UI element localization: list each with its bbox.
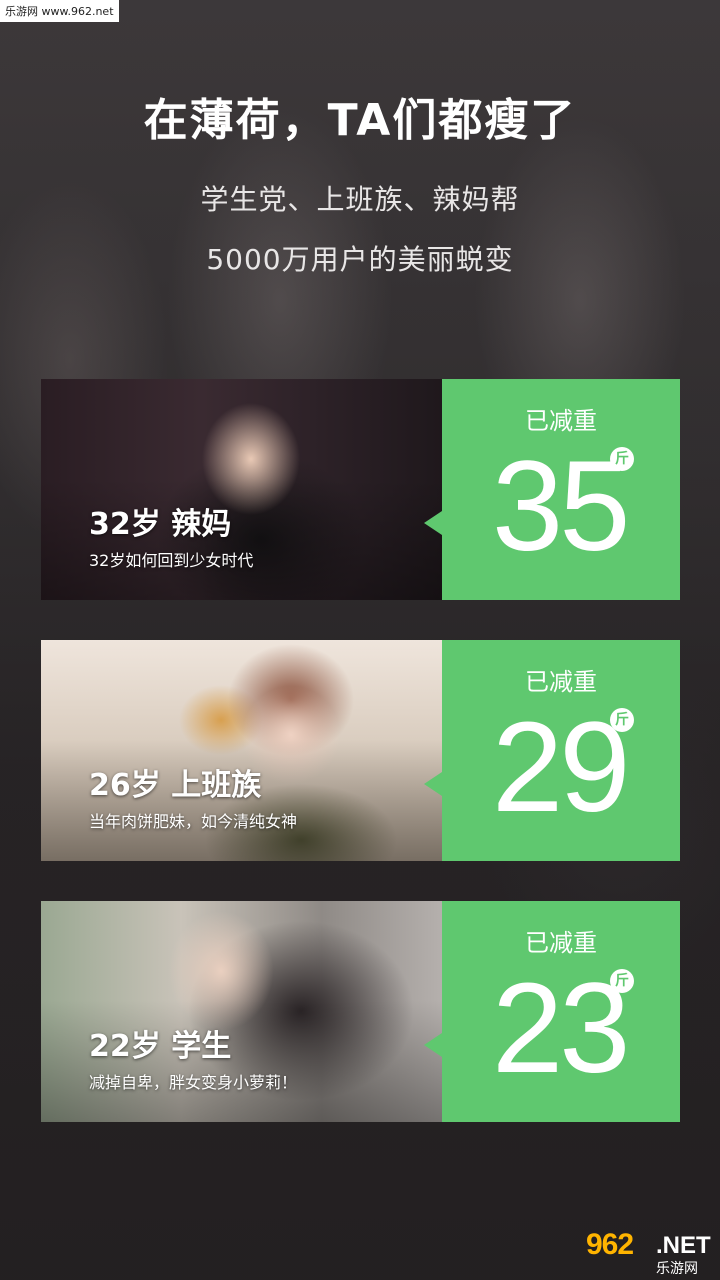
card-title: 22岁 学生 [89,1029,232,1064]
user-photo: 22岁 学生 减掉自卑，胖女变身小萝莉！ [41,901,442,1122]
weight-lost-label: 已减重 [525,407,597,435]
weight-lost-label: 已减重 [525,668,597,696]
watermark-logo-number: 962 [586,1228,634,1261]
weight-lost-panel: 已减重 23 斤 [424,901,680,1122]
card-title: 26岁 上班族 [89,768,262,803]
site-watermark-top: 乐游网 www.962.net [0,0,119,22]
weight-lost-panel: 已减重 35 斤 [424,379,680,600]
card-description: 减掉自卑，胖女变身小萝莉！ [89,1073,298,1092]
watermark-logo-sub: 乐游网 [656,1261,698,1277]
headline: 在薄荷，TA们都瘦了 [143,95,577,146]
weight-lost-value: 29 [492,696,630,839]
weight-lost-panel: 已减重 29 斤 [424,640,680,861]
weight-lost-value: 35 [492,435,630,578]
subtitle-line2: 5000万用户的美丽蜕变 [206,243,514,276]
unit-badge: 斤 [610,447,634,471]
card-description: 32岁如何回到少女时代 [89,551,254,570]
watermark-logo-net: .NET [656,1232,711,1259]
unit-badge: 斤 [610,708,634,732]
subtitle-line1: 学生党、上班族、辣妈帮 [200,183,520,216]
unit-badge: 斤 [610,969,634,993]
card-title: 32岁 辣妈 [89,507,232,542]
weight-lost-value: 23 [492,957,630,1100]
user-photo: 26岁 上班族 当年肉饼肥妹，如今清纯女神 [41,640,442,861]
success-story-card[interactable]: 32岁 辣妈 32岁如何回到少女时代 已减重 35 斤 [41,379,680,600]
success-story-card[interactable]: 22岁 学生 减掉自卑，胖女变身小萝莉！ 已减重 23 斤 [41,901,680,1122]
card-description: 当年肉饼肥妹，如今清纯女神 [89,812,298,831]
user-photo: 32岁 辣妈 32岁如何回到少女时代 [41,379,442,600]
site-watermark-bottom: 962 .NET 乐游网 [586,1228,716,1277]
weight-lost-label: 已减重 [525,929,597,957]
success-story-card[interactable]: 26岁 上班族 当年肉饼肥妹，如今清纯女神 已减重 29 斤 [41,640,680,861]
